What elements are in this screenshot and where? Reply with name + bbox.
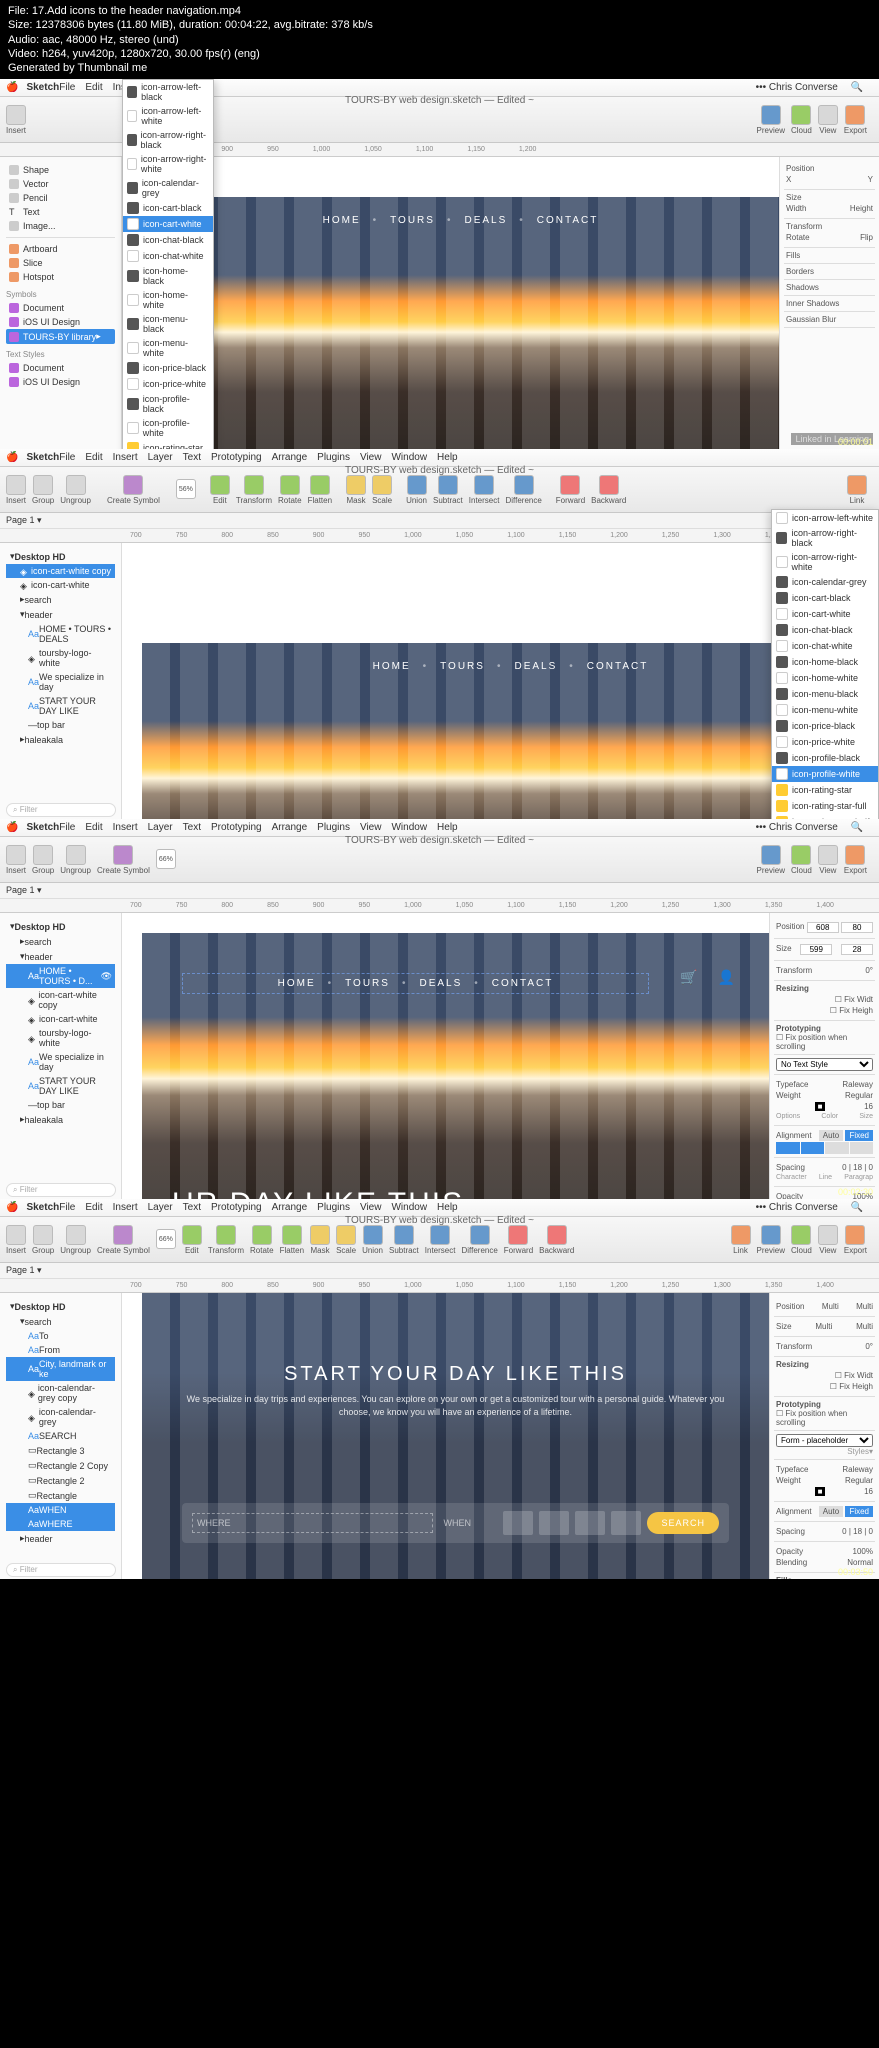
symbol-icon-profile-white[interactable]: icon-profile-white — [123, 416, 213, 440]
symbol-icon-cart-black[interactable]: icon-cart-black — [772, 590, 878, 606]
canvas[interactable]: HOME•TOURS•DEALS•CONTACT — [122, 157, 779, 449]
symbol-icon-arrow-right-black[interactable]: icon-arrow-right-black — [123, 128, 213, 152]
symbol-icon-chat-white[interactable]: icon-chat-white — [772, 638, 878, 654]
symbol-icon-arrow-right-white[interactable]: icon-arrow-right-white — [123, 152, 213, 176]
file-info: File: 17.Add icons to the header navigat… — [0, 0, 879, 79]
timestamp: 00:00:01 — [838, 437, 873, 447]
insert-button[interactable]: Insert — [6, 105, 26, 135]
calendar-icon[interactable] — [575, 1511, 605, 1535]
symbol-icon-menu-white[interactable]: icon-menu-white — [772, 702, 878, 718]
symbol-icon-menu-white[interactable]: icon-menu-white — [123, 336, 213, 360]
hero-heading: START YOUR DAY LIKE THIS — [142, 1363, 769, 1386]
symbol-icon-arrow-right-black[interactable]: icon-arrow-right-black — [772, 526, 878, 550]
where-field[interactable]: WHERE — [192, 1513, 433, 1533]
symbol-icon-chat-black[interactable]: icon-chat-black — [772, 622, 878, 638]
calendar-icon[interactable] — [503, 1511, 533, 1535]
hero-subtitle: We specialize in day trips and experienc… — [142, 1393, 769, 1418]
doc-title: TOURS-BY web design.sketch — Edited ~ — [345, 95, 534, 106]
layers-panel: ▾ Desktop HD ◈icon-cart-white copy ◈icon… — [0, 543, 122, 819]
thumbnail-4: 🍎Sketch FileEditInsertLayerTextPrototypi… — [0, 1199, 879, 1579]
symbol-icon-rating-star-half[interactable]: icon-rating-star-half — [772, 814, 878, 819]
search-box: WHERE WHEN SEARCH — [182, 1503, 729, 1543]
symbol-icon-price-black[interactable]: icon-price-black — [123, 360, 213, 376]
insert-panel: Shape Vector Pencil TText Image... Artbo… — [0, 157, 122, 449]
symbol-icon-price-black[interactable]: icon-price-black — [772, 718, 878, 734]
symbol-icon-profile-black[interactable]: icon-profile-black — [123, 392, 213, 416]
symbol-icon-price-white[interactable]: icon-price-white — [123, 376, 213, 392]
symbol-icon-profile-white[interactable]: icon-profile-white — [772, 766, 878, 782]
symbol-icon-home-white[interactable]: icon-home-white — [772, 670, 878, 686]
symbol-icon-menu-black[interactable]: icon-menu-black — [123, 312, 213, 336]
symbol-icon-price-white[interactable]: icon-price-white — [772, 734, 878, 750]
toursby-library[interactable]: TOURS-BY library ▸ — [6, 329, 115, 344]
layer-cart-copy[interactable]: ◈icon-cart-white copy — [6, 564, 115, 578]
hero-text: UR DAY LIKE THIS — [172, 1187, 464, 1199]
thumbnail-1: 🍎 Sketch FileEditInsert ••• Chris Conver… — [0, 79, 879, 449]
page-selector[interactable]: Page 1 ▾ — [0, 513, 879, 529]
app-name[interactable]: Sketch — [26, 82, 59, 93]
symbol-icon-chat-black[interactable]: icon-chat-black — [123, 232, 213, 248]
symbol-icon-arrow-left-black[interactable]: icon-arrow-left-black — [123, 80, 213, 104]
cart-icon: 🛒 — [676, 967, 701, 987]
symbol-icon-rating-star[interactable]: icon-rating-star — [772, 782, 878, 798]
symbol-icon-calendar-grey[interactable]: icon-calendar-grey — [123, 176, 213, 200]
symbol-icon-home-white[interactable]: icon-home-white — [123, 288, 213, 312]
symbol-icon-rating-star-full[interactable]: icon-rating-star-full — [772, 798, 878, 814]
symbol-icon-arrow-left-white[interactable]: icon-arrow-left-white — [123, 104, 213, 128]
calendar-icon[interactable] — [539, 1511, 569, 1535]
symbol-icon-home-black[interactable]: icon-home-black — [123, 264, 213, 288]
layer-nav-text[interactable]: Aa HOME • TOURS • D... 👁 — [6, 964, 115, 988]
symbol-icon-arrow-left-white[interactable]: icon-arrow-left-white — [772, 510, 878, 526]
symbol-icon-calendar-grey[interactable]: icon-calendar-grey — [772, 574, 878, 590]
profile-icon: 👤 — [714, 967, 739, 987]
symbol-icon-cart-white[interactable]: icon-cart-white — [123, 216, 213, 232]
calendar-icon[interactable] — [611, 1511, 641, 1535]
thumbnail-3: 🍎Sketch FileEditInsertLayerTextPrototypi… — [0, 819, 879, 1199]
hero: HOME•TOURS•DEALS•CONTACT — [142, 197, 779, 449]
symbol-icon-cart-white[interactable]: icon-cart-white — [772, 606, 878, 622]
symbol-icon-cart-black[interactable]: icon-cart-black — [123, 200, 213, 216]
apple-icon[interactable]: 🍎 — [6, 82, 18, 93]
inspector: PositionXY SizeWidthHeight TransformRota… — [779, 157, 879, 449]
thumbnail-2: 🍎Sketch FileEditInsertLayerTextPrototypi… — [0, 449, 879, 819]
symbol-icon-rating-star[interactable]: icon-rating-star — [123, 440, 213, 449]
symbol-icon-menu-black[interactable]: icon-menu-black — [772, 686, 878, 702]
symbol-icon-home-black[interactable]: icon-home-black — [772, 654, 878, 670]
symbol-dropdown[interactable]: icon-arrow-left-blackicon-arrow-left-whi… — [122, 79, 214, 449]
search-button[interactable]: SEARCH — [647, 1512, 719, 1534]
when-label: WHEN — [443, 1518, 503, 1528]
nav: HOME•TOURS•DEALS•CONTACT — [142, 215, 779, 226]
filter-input[interactable]: ⌕ Filter — [6, 803, 116, 817]
symbol-icon-profile-black[interactable]: icon-profile-black — [772, 750, 878, 766]
symbol-icon-chat-white[interactable]: icon-chat-white — [123, 248, 213, 264]
symbol-dropdown-right[interactable]: icon-arrow-left-whiteicon-arrow-right-bl… — [771, 509, 879, 819]
symbol-icon-arrow-right-white[interactable]: icon-arrow-right-white — [772, 550, 878, 574]
